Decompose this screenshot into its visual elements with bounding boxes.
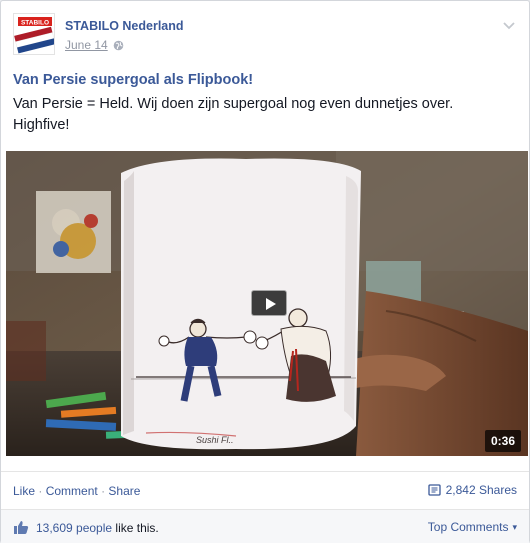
globe-icon [113, 40, 124, 50]
shares-icon [427, 484, 441, 496]
post-card: STABILO STABILO Nederland June 14 Van Pe… [0, 0, 530, 543]
page-avatar[interactable]: STABILO [13, 13, 55, 55]
svg-text:Sushi Fl..: Sushi Fl.. [196, 435, 234, 445]
svg-text:STABILO: STABILO [21, 20, 49, 27]
post-meta: June 14 [65, 38, 124, 52]
like-button[interactable]: Like [13, 484, 35, 498]
likes-summary: 13,609 people like this. [13, 520, 159, 535]
post-date-link[interactable]: June 14 [65, 38, 108, 52]
shares-count-link[interactable]: 2,842 Shares [427, 483, 517, 497]
separator: · [38, 484, 43, 498]
video-player[interactable]: Sushi Fl.. [6, 151, 528, 456]
post-title-link[interactable]: Van Persie supergoal als Flipbook! [13, 72, 253, 88]
post-description: Van Persie = Held. Wij doen zijn supergo… [13, 96, 454, 133]
page-name-link[interactable]: STABILO Nederland [65, 19, 184, 33]
share-button[interactable]: Share [108, 484, 140, 498]
action-links: Like · Comment · Share [13, 484, 140, 498]
comment-button[interactable]: Comment [46, 484, 98, 498]
likes-bar: 13,609 people like this. Top Comments ▾ [1, 509, 529, 543]
chevron-down-icon[interactable] [501, 17, 517, 33]
post-header: STABILO STABILO Nederland June 14 [13, 13, 517, 57]
video-duration: 0:36 [485, 430, 522, 452]
caret-down-icon: ▾ [512, 521, 517, 532]
thumbs-up-icon [14, 521, 29, 534]
shares-count: 2,842 Shares [445, 483, 517, 497]
stabilo-logo-icon: STABILO [14, 14, 54, 54]
play-button[interactable] [251, 290, 287, 316]
likes-suffix: like this. [115, 520, 159, 535]
likes-count-link[interactable]: 13,609 people [36, 521, 112, 535]
top-comments-label: Top Comments [427, 520, 509, 534]
play-icon [266, 298, 276, 310]
top-comments-dropdown[interactable]: Top Comments ▾ [428, 520, 517, 534]
separator: · [101, 484, 106, 498]
post-actions: Like · Comment · Share 2,842 Shares [1, 471, 529, 509]
